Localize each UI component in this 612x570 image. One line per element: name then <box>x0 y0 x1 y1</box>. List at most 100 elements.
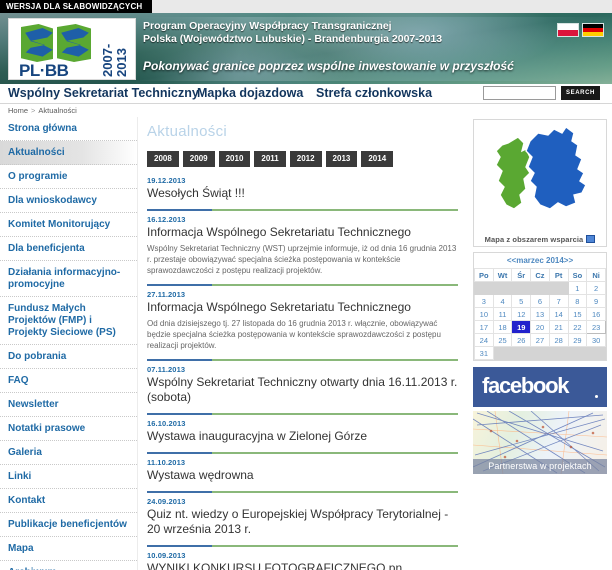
news-list: 19.12.2013 Wesołych Świąt !!! 16.12.2013 In… <box>147 176 458 570</box>
news-title-link[interactable]: Wspólny Sekretariat Techniczny otwarty d… <box>147 375 458 405</box>
main-content: Aktualności 2008 2009 2010 2011 2012 2013 2014… <box>139 117 468 570</box>
year-tab-2014[interactable]: 2014 <box>361 151 394 167</box>
news-title-link[interactable]: WYNIKI KONKURSU FOTOGRAFICZNEGO pn. "Lub… <box>147 561 458 570</box>
calendar-day-10[interactable]: 10 <box>474 307 494 321</box>
calendar-week-row: 17 18 19 20 21 22 23 <box>474 320 606 334</box>
calendar-day-6[interactable]: 6 <box>530 294 550 308</box>
nav-item-strefa[interactable]: Strefa członkowska <box>316 86 432 100</box>
calendar-day-12[interactable]: 12 <box>511 307 532 321</box>
calendar-day-4[interactable]: 4 <box>492 294 513 308</box>
calendar-day-24[interactable]: 24 <box>474 333 494 347</box>
calendar-day-31[interactable]: 31 <box>474 346 494 360</box>
year-tab-2008[interactable]: 2008 <box>147 151 179 167</box>
calendar-week-row: 12 <box>474 281 606 295</box>
sidebar-item-8[interactable]: Do pobrania <box>0 345 137 369</box>
calendar-day-23[interactable]: 23 <box>586 320 606 334</box>
sidebar-item-9[interactable]: FAQ <box>0 369 137 393</box>
calendar-day-20[interactable]: 20 <box>530 320 550 334</box>
accessibility-link[interactable]: WERSJA DLA SŁABOWIDZĄCYCH <box>6 1 142 12</box>
year-tab-2010[interactable]: 2010 <box>218 151 251 167</box>
support-area-map-widget[interactable]: Mapa z obszarem wsparcia <box>473 119 607 247</box>
sidebar-item-14[interactable]: Kontakt <box>0 489 137 513</box>
calendar-day-2[interactable]: 2 <box>586 281 606 295</box>
news-date: 11.10.2013 <box>147 458 186 467</box>
calendar-day-27[interactable]: 27 <box>530 333 550 347</box>
calendar-day-1[interactable]: 1 <box>567 281 588 295</box>
partnerships-caption: Partnerstwa w projektach <box>473 459 607 474</box>
news-title-link[interactable]: Wesołych Świąt !!! <box>147 186 458 201</box>
banner-title-line1: Program Operacyjny Współpracy Transgrani… <box>143 20 392 32</box>
calendar-header[interactable]: <<marzec 2014>> <box>474 253 606 268</box>
calendar-day-19[interactable]: 19 <box>511 320 532 334</box>
flag-germany-icon[interactable] <box>582 23 604 37</box>
map-thumbnail-icon <box>586 235 596 243</box>
calendar-day-14[interactable]: 14 <box>548 307 569 321</box>
facebook-widget[interactable]: facebook <box>473 367 607 407</box>
news-body: Wspólny Sekretariat Techniczny (WST) upr… <box>147 244 457 275</box>
calendar-day-5[interactable]: 5 <box>511 294 532 308</box>
calendar-day-17[interactable]: 17 <box>474 320 494 334</box>
news-title-link[interactable]: Informacja Wspólnego Sekretariatu Techni… <box>147 225 458 240</box>
sidebar-item-17[interactable]: Archiwum <box>0 561 137 570</box>
sidebar-item-10[interactable]: Newsletter <box>0 393 137 417</box>
sidebar-item-3[interactable]: Dla wnioskodawcy <box>0 189 137 213</box>
calendar-day-26[interactable]: 26 <box>511 333 532 347</box>
sidebar-item-0[interactable]: Strona główna <box>0 117 137 141</box>
calendar-day-15[interactable]: 15 <box>567 307 588 321</box>
calendar-day-29[interactable]: 29 <box>567 333 588 347</box>
calendar-day-21[interactable]: 21 <box>548 320 569 334</box>
news-divider <box>147 284 458 286</box>
sidebar-item-1[interactable]: Aktualności <box>0 141 137 165</box>
news-title-link[interactable]: Informacja Wspólnego Sekretariatu Techni… <box>147 300 458 315</box>
year-tab-2009[interactable]: 2009 <box>182 151 215 167</box>
sidebar-item-15[interactable]: Publikacje beneficjentów <box>0 513 137 537</box>
news-date: 24.09.2013 <box>147 497 186 506</box>
calendar-day-7[interactable]: 7 <box>548 294 569 308</box>
sidebar-item-6[interactable]: Działania informacyjno-promocyjne <box>0 261 137 297</box>
calendar-day-22[interactable]: 22 <box>567 320 588 334</box>
sidebar-item-13[interactable]: Linki <box>0 465 137 489</box>
sidebar-item-label: Linki <box>8 471 32 482</box>
calendar-day-18[interactable]: 18 <box>492 320 513 334</box>
calendar-day-8[interactable]: 8 <box>567 294 588 308</box>
news-title-link[interactable]: Wystawa wędrowna <box>147 468 458 483</box>
calendar-day-16[interactable]: 16 <box>586 307 606 321</box>
sidebar-item-12[interactable]: Galeria <box>0 441 137 465</box>
sidebar-item-label: Komitet Monitorujący <box>8 219 111 230</box>
news-item: 19.12.2013 Wesołych Świąt !!! <box>147 176 458 206</box>
sidebar-item-4[interactable]: Komitet Monitorujący <box>0 213 137 237</box>
year-tab-2013[interactable]: 2013 <box>325 151 358 167</box>
breadcrumb-home[interactable]: Home <box>8 106 28 115</box>
sidebar-item-7[interactable]: Fundusz Małych Projektów (FMP) i Projekt… <box>0 297 137 345</box>
sidebar-item-2[interactable]: O programie <box>0 165 137 189</box>
sidebar-item-label: Publikacje beneficjentów <box>8 519 127 530</box>
calendar-day-13[interactable]: 13 <box>530 307 550 321</box>
news-title-link[interactable]: Quiz nt. wiedzy o Europejskiej Współprac… <box>147 507 458 537</box>
breadcrumb: Home > Aktualności <box>0 105 612 117</box>
calendar-day-3[interactable]: 3 <box>474 294 494 308</box>
sidebar-item-11[interactable]: Notatki prasowe <box>0 417 137 441</box>
sidebar-item-5[interactable]: Dla beneficjenta <box>0 237 137 261</box>
banner-title-line2: Polska (Województwo Lubuskie) - Brandenb… <box>143 33 443 45</box>
calendar-weekday: Ni <box>586 268 606 282</box>
calendar-day-30[interactable]: 30 <box>586 333 606 347</box>
year-tab-2012[interactable]: 2012 <box>289 151 322 167</box>
partnerships-widget[interactable]: Partnerstwa w projektach <box>473 411 607 474</box>
facebook-label: facebook <box>482 373 569 398</box>
calendar-week-row: 24 25 26 27 28 29 30 <box>474 333 606 347</box>
calendar-empty-cell <box>567 346 588 360</box>
calendar-day-25[interactable]: 25 <box>492 333 513 347</box>
news-title-link[interactable]: Wystawa inauguracyjna w Zielonej Górze <box>147 429 458 444</box>
search-button[interactable]: SEARCH <box>561 86 600 100</box>
search-input[interactable] <box>483 86 556 100</box>
calendar-day-11[interactable]: 11 <box>492 307 513 321</box>
flag-poland-icon[interactable] <box>557 23 579 37</box>
calendar-day-9[interactable]: 9 <box>586 294 606 308</box>
site-logo[interactable]: PL·BB 2007-2013 <box>8 18 136 80</box>
nav-item-wst[interactable]: Wspólny Sekretariat Techniczny <box>8 86 199 100</box>
banner-slogan: Pokonywać granice poprzez wspólne inwest… <box>143 59 514 73</box>
sidebar-item-16[interactable]: Mapa <box>0 537 137 561</box>
calendar-day-28[interactable]: 28 <box>548 333 569 347</box>
nav-item-mapka[interactable]: Mapka dojazdowa <box>197 86 303 100</box>
year-tab-2011[interactable]: 2011 <box>254 151 286 167</box>
